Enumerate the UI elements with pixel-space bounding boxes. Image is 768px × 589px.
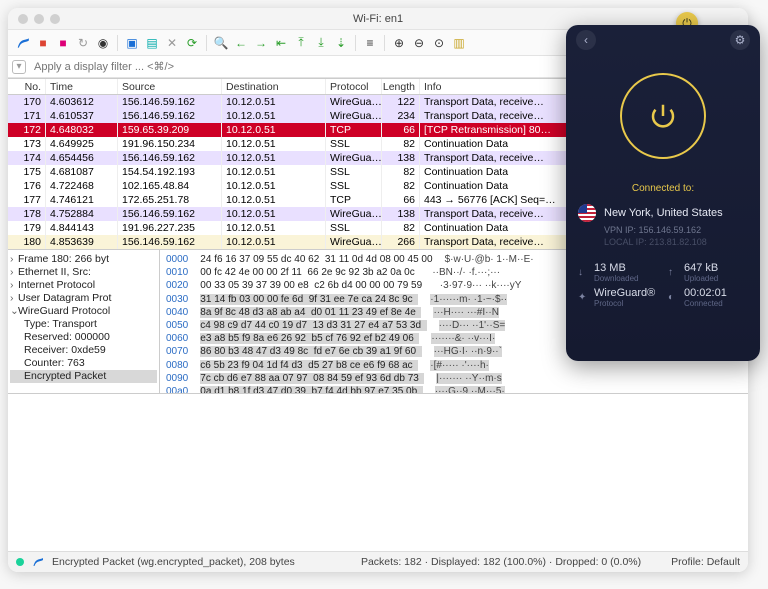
- save-file-icon[interactable]: ▤: [143, 34, 161, 52]
- vpn-power-button[interactable]: [620, 73, 706, 159]
- go-next-icon[interactable]: →: [252, 34, 270, 52]
- tree-item[interactable]: Counter: 763: [10, 357, 157, 370]
- record-start-icon[interactable]: ■: [34, 34, 52, 52]
- tree-item[interactable]: ›Ethernet II, Src:: [10, 266, 157, 279]
- col-source[interactable]: Source: [118, 79, 222, 94]
- vpn-local-ip-label: LOCAL IP: 213.81.82.108: [604, 236, 748, 248]
- tree-item[interactable]: Type: Transport: [10, 318, 157, 331]
- tree-item[interactable]: Encrypted Packet: [10, 370, 157, 383]
- colorize-icon[interactable]: ≡: [361, 34, 379, 52]
- tree-item[interactable]: ⌄WireGuard Protocol: [10, 305, 157, 318]
- vpn-download-stat: ↓13 MBDownloaded: [578, 262, 658, 283]
- status-profile-label[interactable]: Profile: Default: [671, 556, 740, 568]
- options-icon[interactable]: ◉: [94, 34, 112, 52]
- tree-item[interactable]: Reserved: 000000: [10, 331, 157, 344]
- go-last-icon[interactable]: ⤓: [312, 34, 330, 52]
- vpn-connected-label: Connected to:: [566, 183, 760, 194]
- vpn-back-button[interactable]: ‹: [576, 30, 596, 50]
- record-stop-icon[interactable]: ■: [54, 34, 72, 52]
- zoom-reset-icon[interactable]: ⊙: [430, 34, 448, 52]
- vpn-location-row[interactable]: New York, United States: [566, 204, 760, 222]
- vpn-panel: ‹ ⚙ Connected to: New York, United State…: [566, 25, 760, 361]
- window-title: Wi-Fi: en1: [8, 13, 748, 25]
- vpn-duration-stat: ◐00:02:01Connected: [668, 287, 748, 308]
- tree-item[interactable]: Receiver: 0xde59: [10, 344, 157, 357]
- bookmark-filter-icon[interactable]: ▾: [12, 60, 26, 74]
- clock-icon: ◐: [668, 292, 678, 303]
- col-destination[interactable]: Destination: [222, 79, 326, 94]
- packet-details-tree[interactable]: ›Frame 180: 266 byt›Ethernet II, Src:›In…: [8, 250, 160, 393]
- col-no[interactable]: No.: [8, 79, 46, 94]
- col-time[interactable]: Time: [46, 79, 118, 94]
- expert-info-icon[interactable]: [16, 558, 24, 566]
- zoom-in-icon[interactable]: ⊕: [390, 34, 408, 52]
- find-icon[interactable]: 🔍: [212, 34, 230, 52]
- us-flag-icon: [578, 204, 596, 222]
- go-prev-icon[interactable]: ←: [232, 34, 250, 52]
- upload-icon: ↑: [668, 267, 678, 278]
- autoscroll-icon[interactable]: ⇣: [332, 34, 350, 52]
- vpn-location-text: New York, United States: [604, 207, 723, 219]
- resize-cols-icon[interactable]: ▥: [450, 34, 468, 52]
- tree-item[interactable]: ›Frame 180: 266 byt: [10, 253, 157, 266]
- tree-item[interactable]: ›Internet Protocol: [10, 279, 157, 292]
- close-file-icon[interactable]: ✕: [163, 34, 181, 52]
- col-protocol[interactable]: Protocol: [326, 79, 382, 94]
- col-length[interactable]: Length: [382, 79, 420, 94]
- statusbar: Encrypted Packet (wg.encrypted_packet), …: [8, 551, 748, 572]
- protocol-icon: ✦: [578, 292, 588, 303]
- capture-file-icon[interactable]: [32, 556, 44, 568]
- go-first-icon[interactable]: ⤒: [292, 34, 310, 52]
- status-bytes-label: Encrypted Packet (wg.encrypted_packet), …: [52, 556, 295, 568]
- vpn-settings-icon[interactable]: ⚙: [730, 30, 750, 50]
- restart-icon[interactable]: ↻: [74, 34, 92, 52]
- status-packets-label: Packets: 182 · Displayed: 182 (100.0%) ·…: [361, 556, 641, 568]
- reload-icon[interactable]: ⟳: [183, 34, 201, 52]
- vpn-ip-label: VPN IP: 156.146.59.162: [604, 224, 748, 236]
- open-folder-icon[interactable]: ▣: [123, 34, 141, 52]
- download-icon: ↓: [578, 267, 588, 278]
- go-jump-icon[interactable]: ⇤: [272, 34, 290, 52]
- fin-icon[interactable]: [14, 34, 32, 52]
- tree-item[interactable]: ›User Datagram Prot: [10, 292, 157, 305]
- vpn-protocol-stat: ✦WireGuard®Protocol: [578, 287, 658, 308]
- empty-area: [8, 394, 748, 551]
- zoom-out-icon[interactable]: ⊖: [410, 34, 428, 52]
- vpn-upload-stat: ↑647 kBUploaded: [668, 262, 748, 283]
